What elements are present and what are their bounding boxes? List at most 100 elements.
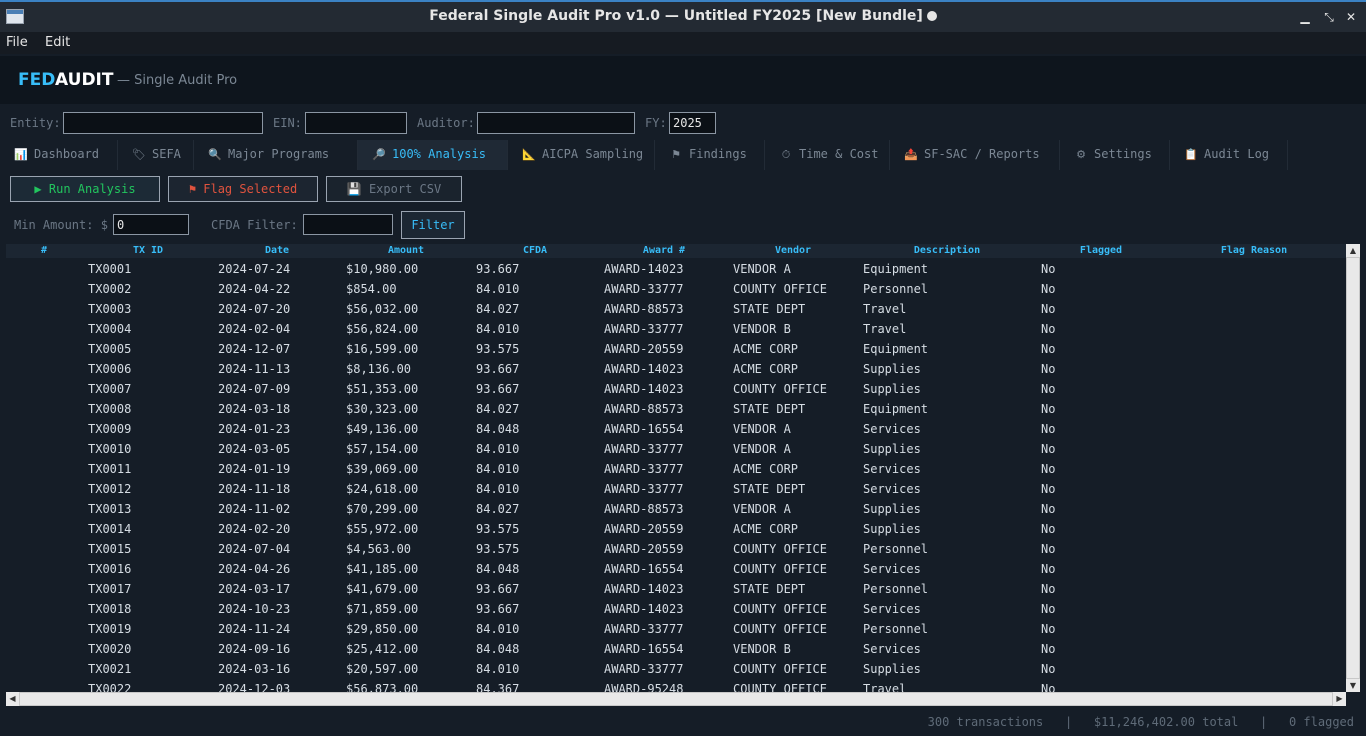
table-cell: TX0019 bbox=[88, 622, 132, 636]
column-header[interactable]: Description bbox=[907, 245, 987, 256]
tab-aicpa-sampling[interactable]: 📐 AICPA Sampling bbox=[508, 140, 655, 170]
scroll-left-arrow-icon[interactable]: ◀ bbox=[6, 692, 19, 706]
table-cell: TX0021 bbox=[88, 662, 132, 676]
table-header: # TX ID Date Amount CFDA Award # Vendor Descrip… bbox=[6, 244, 1346, 258]
tab-sefa[interactable]: 🏷 SEFA bbox=[118, 140, 194, 170]
close-button[interactable]: ✕ bbox=[1342, 8, 1360, 26]
table-cell: 84.048 bbox=[476, 642, 520, 656]
tab-label: SEFA bbox=[152, 147, 181, 161]
table-cell: $71,859.00 bbox=[346, 602, 419, 616]
menu-edit[interactable]: Edit bbox=[45, 35, 70, 50]
menu-file[interactable]: File bbox=[6, 35, 28, 50]
table-row[interactable]: TX0006 2024-11-13 $8,136.00 93.667 AWARD-140… bbox=[6, 359, 1346, 379]
table-row[interactable]: TX0009 2024-01-23 $49,136.00 84.048 AWARD-16… bbox=[6, 419, 1346, 439]
table-cell: TX0010 bbox=[88, 442, 132, 456]
table-cell: 2024-07-04 bbox=[218, 542, 291, 556]
column-header[interactable]: Date bbox=[237, 245, 317, 256]
table-cell: AWARD-14023 bbox=[604, 382, 684, 396]
table-row[interactable]: TX0018 2024-10-23 $71,859.00 93.667 AWARD-14… bbox=[6, 599, 1346, 619]
column-header[interactable]: # bbox=[6, 245, 84, 256]
table-row[interactable]: TX0001 2024-07-24 $10,980.00 93.667 AWARD-14… bbox=[6, 259, 1346, 279]
fy-field[interactable] bbox=[669, 112, 716, 134]
table-row[interactable]: TX0022 2024-12-03 $56,873.00 84.367 AWARD-95… bbox=[6, 679, 1346, 692]
table-row[interactable]: TX0013 2024-11-02 $70,299.00 84.027 AWARD-88… bbox=[6, 499, 1346, 519]
column-header[interactable]: Vendor bbox=[753, 245, 833, 256]
filter-button[interactable]: Filter bbox=[401, 211, 465, 239]
table-cell: 2024-12-07 bbox=[218, 342, 291, 356]
table-cell: 84.010 bbox=[476, 462, 520, 476]
auditor-field[interactable] bbox=[477, 112, 635, 134]
scroll-down-arrow-icon[interactable]: ▼ bbox=[1346, 679, 1360, 692]
table-cell: Supplies bbox=[863, 442, 921, 456]
tab-time-cost[interactable]: ⏱ Time & Cost bbox=[765, 140, 890, 170]
table-row[interactable]: TX0015 2024-07-04 $4,563.00 93.575 AWARD-205… bbox=[6, 539, 1346, 559]
table-cell: TX0004 bbox=[88, 322, 132, 336]
table-row[interactable]: TX0020 2024-09-16 $25,412.00 84.048 AWARD-16… bbox=[6, 639, 1346, 659]
run-analysis-button[interactable]: ▶ Run Analysis bbox=[10, 176, 160, 202]
table-row[interactable]: TX0011 2024-01-19 $39,069.00 84.010 AWARD-33… bbox=[6, 459, 1346, 479]
table-row[interactable]: TX0002 2024-04-22 $854.00 84.010 AWARD-33777… bbox=[6, 279, 1346, 299]
table-cell: No bbox=[1041, 482, 1056, 496]
table-cell: 2024-04-26 bbox=[218, 562, 291, 576]
table-row[interactable]: TX0010 2024-03-05 $57,154.00 84.010 AWARD-33… bbox=[6, 439, 1346, 459]
table-cell: VENDOR B bbox=[733, 642, 791, 656]
title-bar: Federal Single Audit Pro v1.0 — Untitled… bbox=[0, 0, 1366, 32]
transactions-table: # TX ID Date Amount CFDA Award # Vendor Descrip… bbox=[6, 244, 1346, 692]
maximize-button[interactable]: ⤡ bbox=[1320, 8, 1338, 26]
table-cell: ACME CORP bbox=[733, 362, 799, 376]
table-cell: No bbox=[1041, 302, 1056, 316]
table-row[interactable]: TX0004 2024-02-04 $56,824.00 84.010 AWARD-33… bbox=[6, 319, 1346, 339]
flag-selected-button[interactable]: ⚑ Flag Selected bbox=[168, 176, 318, 202]
tab-audit-log[interactable]: 📋 Audit Log bbox=[1170, 140, 1288, 170]
table-cell: AWARD-33777 bbox=[604, 462, 684, 476]
table-cell: 2024-11-13 bbox=[218, 362, 291, 376]
tab-dashboard[interactable]: 📊 Dashboard bbox=[0, 140, 118, 170]
column-header[interactable]: TX ID bbox=[108, 245, 188, 256]
min-amount-input[interactable] bbox=[113, 214, 189, 235]
column-header[interactable]: Flag Reason bbox=[1214, 245, 1294, 256]
table-row[interactable]: TX0005 2024-12-07 $16,599.00 93.575 AWARD-20… bbox=[6, 339, 1346, 359]
table-cell: Personnel bbox=[863, 622, 929, 636]
table-cell: 93.667 bbox=[476, 362, 520, 376]
tab-sf-sac-reports[interactable]: 📤 SF-SAC / Reports bbox=[890, 140, 1060, 170]
vertical-scrollbar[interactable]: ▲ ▼ bbox=[1346, 244, 1360, 692]
tab-findings[interactable]: ⚑ Findings bbox=[655, 140, 765, 170]
minimize-button[interactable]: ▁ bbox=[1296, 8, 1314, 26]
table-cell: COUNTY OFFICE bbox=[733, 382, 827, 396]
table-row[interactable]: TX0019 2024-11-24 $29,850.00 84.010 AWARD-33… bbox=[6, 619, 1346, 639]
table-cell: COUNTY OFFICE bbox=[733, 682, 827, 692]
table-cell: 2024-10-23 bbox=[218, 602, 291, 616]
column-header[interactable]: Award # bbox=[624, 245, 704, 256]
stopwatch-icon: ⏱ bbox=[781, 148, 791, 161]
table-row[interactable]: TX0012 2024-11-18 $24,618.00 84.010 AWARD-33… bbox=[6, 479, 1346, 499]
vertical-scroll-thumb[interactable] bbox=[1347, 258, 1359, 678]
table-row[interactable]: TX0017 2024-03-17 $41,679.00 93.667 AWARD-14… bbox=[6, 579, 1346, 599]
horizontal-scrollbar[interactable]: ◀ ▶ bbox=[6, 692, 1346, 706]
auditor-label: Auditor: bbox=[417, 116, 475, 130]
table-cell: No bbox=[1041, 362, 1056, 376]
tab-settings[interactable]: ⚙ Settings bbox=[1060, 140, 1170, 170]
column-header[interactable]: Amount bbox=[366, 245, 446, 256]
tab-label: 100% Analysis bbox=[392, 147, 486, 161]
table-row[interactable]: TX0021 2024-03-16 $20,597.00 84.010 AWARD-33… bbox=[6, 659, 1346, 679]
table-row[interactable]: TX0007 2024-07-09 $51,353.00 93.667 AWARD-14… bbox=[6, 379, 1346, 399]
tab-major-programs[interactable]: 🔍 Major Programs bbox=[194, 140, 358, 170]
table-cell: $30,323.00 bbox=[346, 402, 419, 416]
column-header[interactable]: CFDA bbox=[495, 245, 575, 256]
export-csv-button[interactable]: 💾 Export CSV bbox=[326, 176, 462, 202]
table-cell: VENDOR B bbox=[733, 322, 791, 336]
table-cell: 84.048 bbox=[476, 422, 520, 436]
column-header[interactable]: Flagged bbox=[1061, 245, 1141, 256]
table-row[interactable]: TX0003 2024-07-20 $56,032.00 84.027 AWARD-88… bbox=[6, 299, 1346, 319]
tab-100-analysis[interactable]: 🔎 100% Analysis bbox=[358, 140, 508, 170]
scroll-right-arrow-icon[interactable]: ▶ bbox=[1333, 692, 1346, 706]
table-row[interactable]: TX0016 2024-04-26 $41,185.00 84.048 AWARD-16… bbox=[6, 559, 1346, 579]
ein-field[interactable] bbox=[305, 112, 407, 134]
entity-field[interactable] bbox=[63, 112, 263, 134]
table-cell: $57,154.00 bbox=[346, 442, 419, 456]
table-row[interactable]: TX0008 2024-03-18 $30,323.00 84.027 AWARD-88… bbox=[6, 399, 1346, 419]
table-row[interactable]: TX0014 2024-02-20 $55,972.00 93.575 AWARD-20… bbox=[6, 519, 1346, 539]
cfda-filter-input[interactable] bbox=[303, 214, 393, 235]
horizontal-scroll-thumb[interactable] bbox=[20, 693, 1332, 705]
scroll-up-arrow-icon[interactable]: ▲ bbox=[1346, 244, 1360, 257]
